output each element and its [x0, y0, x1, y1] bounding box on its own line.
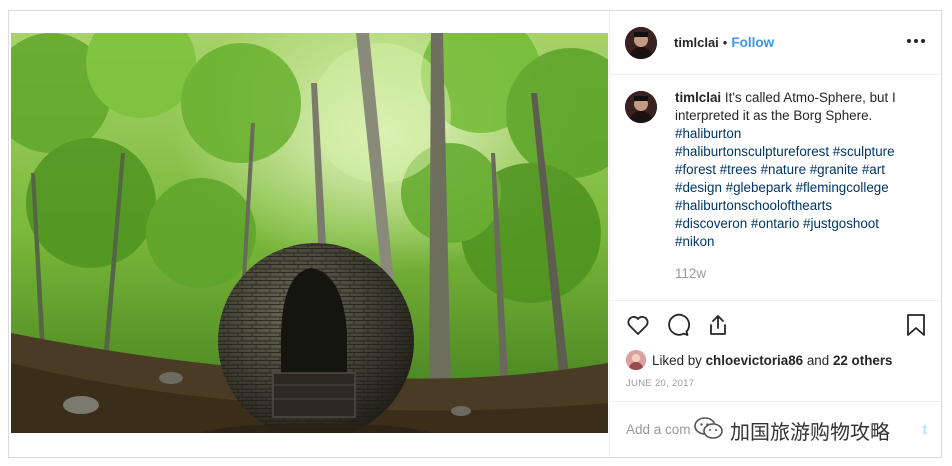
comment-bubble-icon[interactable] — [666, 313, 690, 337]
caption-avatar[interactable] — [625, 91, 657, 123]
liker-username[interactable]: chloevictoria86 — [706, 353, 804, 368]
post-header: timlclai • Follow — [610, 11, 941, 75]
hashtag-line[interactable]: #design #glebepark #flemingcollege — [675, 179, 925, 197]
hashtag-line[interactable]: #haliburtonschoolofthearts — [675, 197, 925, 215]
post-date[interactable]: JUNE 20, 2017 — [610, 378, 941, 389]
hashtag-line[interactable]: #forest #trees #nature #granite #art — [675, 161, 925, 179]
caption-username[interactable]: timlclai — [675, 90, 721, 105]
avatar-image — [625, 26, 657, 59]
liker-avatar[interactable] — [626, 350, 646, 370]
share-icon[interactable] — [706, 313, 730, 337]
wechat-icon — [694, 416, 724, 445]
post-comment-button[interactable]: t — [923, 422, 928, 437]
hashtag-line[interactable]: #haliburtonsculptureforest #sculpture — [675, 143, 925, 161]
heart-icon[interactable] — [626, 313, 650, 337]
likes-row: Liked by chloevictoria86 and 22 others — [610, 349, 941, 371]
avatar-image — [625, 91, 657, 123]
post-sidebar: timlclai • Follow timlclai It's called A… — [609, 11, 941, 457]
hashtag-line[interactable]: #nikon — [675, 233, 925, 251]
watermark-text: 加国旅游购物攻略 — [730, 420, 890, 444]
likes-prefix: Liked by — [652, 352, 702, 368]
likes-middle: and — [806, 352, 830, 368]
caption-row: timlclai It's called Atmo-Sphere, but I … — [625, 89, 925, 283]
author-username[interactable]: timlclai — [674, 35, 719, 50]
comments-section: timlclai It's called Atmo-Sphere, but I … — [610, 75, 941, 301]
bookmark-icon[interactable] — [905, 313, 927, 337]
likes-others[interactable]: 22 others — [833, 353, 893, 368]
watermark: 加国旅游购物攻略 — [690, 414, 896, 447]
action-bar — [610, 301, 941, 349]
caption-body: timlclai It's called Atmo-Sphere, but I … — [675, 89, 925, 283]
instagram-post: timlclai • Follow timlclai It's called A… — [8, 10, 942, 458]
follow-button[interactable]: Follow — [731, 35, 774, 50]
hashtag-line[interactable]: #haliburton — [675, 125, 925, 143]
post-photo[interactable] — [11, 33, 608, 433]
forest-sphere-photo — [11, 33, 608, 433]
author-avatar[interactable] — [625, 26, 657, 59]
hashtag-line[interactable]: #discoveron #ontario #justgoshoot — [675, 215, 925, 233]
more-options-icon[interactable] — [907, 34, 925, 48]
post-photo-area — [9, 11, 609, 457]
caption-time-ago[interactable]: 112w — [675, 265, 925, 283]
separator-dot: • — [722, 35, 728, 50]
